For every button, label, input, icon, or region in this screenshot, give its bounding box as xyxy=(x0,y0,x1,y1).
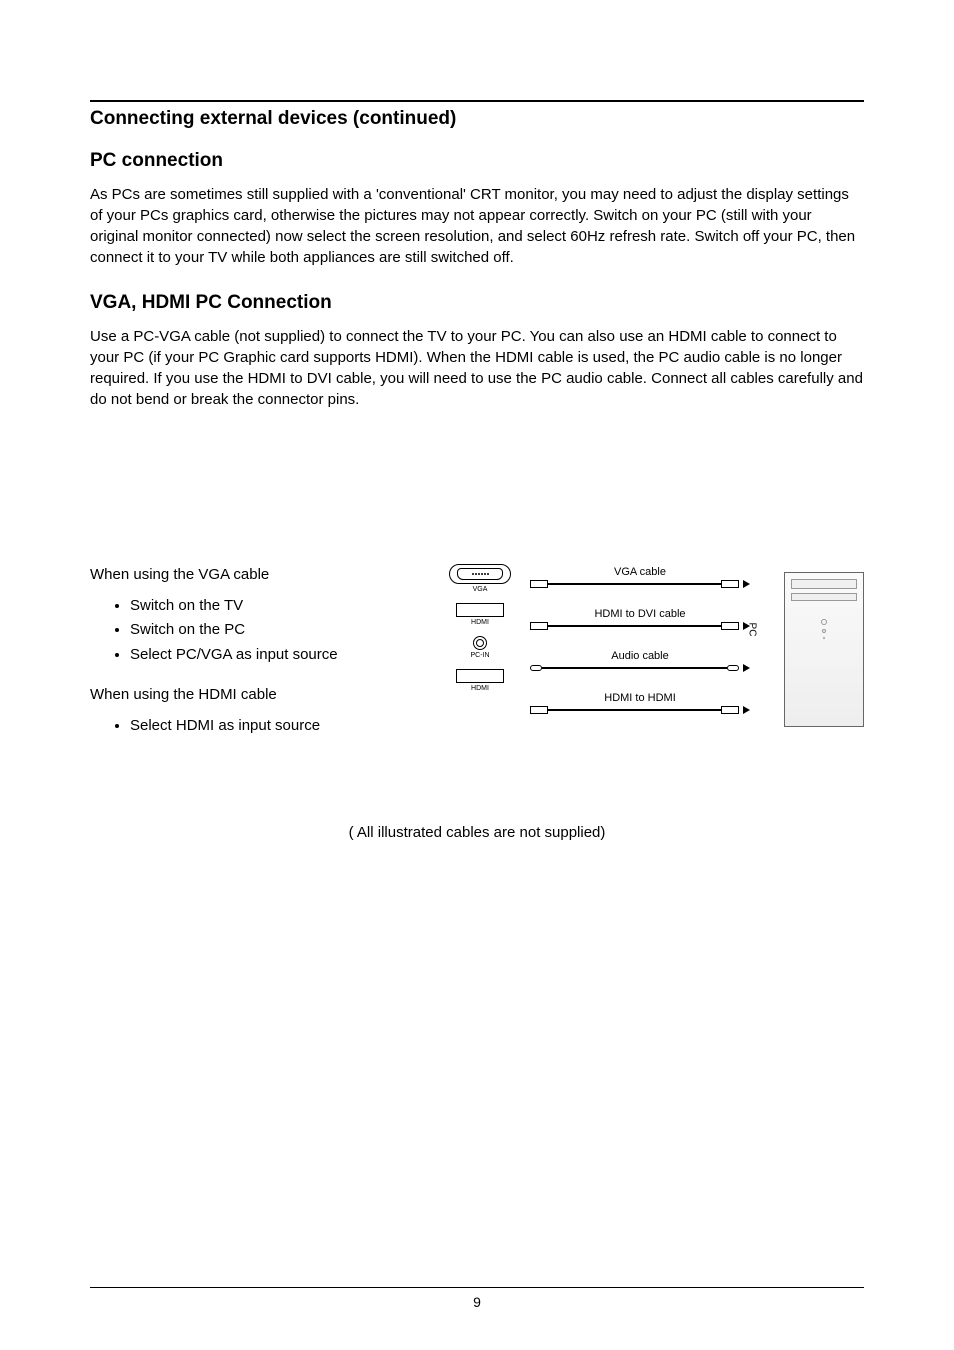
cables-footnote: ( All illustrated cables are not supplie… xyxy=(90,824,864,841)
arrow-right-icon xyxy=(743,664,750,672)
hdmi-port-icon-2 xyxy=(456,669,504,683)
audio-connector-icon xyxy=(727,665,739,671)
connection-diagram: VGA HDMI PC-IN HDMI VGA cable HDMI to DV… xyxy=(410,564,864,764)
page-number: 9 xyxy=(90,1287,864,1310)
dvi-connector-icon xyxy=(721,622,739,630)
vga-hdmi-body: Use a PC-VGA cable (not supplied) to con… xyxy=(90,326,864,410)
hdmi-connector-icon xyxy=(530,706,548,714)
hdmi-hdmi-cable-label: HDMI to HDMI xyxy=(604,692,676,704)
hdmi-lead-text: When using the HDMI cable xyxy=(90,684,390,707)
pc-connection-heading: PC connection xyxy=(90,150,864,172)
pcin-port-icon xyxy=(473,636,487,650)
vga-port-label: VGA xyxy=(430,586,530,593)
arrow-right-icon xyxy=(743,706,750,714)
hdmi-port-icon xyxy=(456,603,504,617)
hdmi-dvi-cable-label: HDMI to DVI cable xyxy=(594,608,685,620)
page-title: Connecting external devices (continued) xyxy=(90,108,864,130)
vga-connector-icon xyxy=(530,580,548,588)
tv-panel-icon: VGA HDMI PC-IN HDMI xyxy=(430,564,530,702)
vga-hdmi-heading: VGA, HDMI PC Connection xyxy=(90,292,864,314)
hdmi-port-label-2: HDMI xyxy=(430,685,530,692)
pc-connection-body: As PCs are sometimes still supplied with… xyxy=(90,184,864,268)
vga-lead-text: When using the VGA cable xyxy=(90,564,390,587)
pcin-port-label: PC-IN xyxy=(430,652,530,659)
vga-step-1: Switch on the TV xyxy=(130,595,390,618)
vga-cable-label: VGA cable xyxy=(614,566,666,578)
vga-connector-icon xyxy=(721,580,739,588)
hdmi-connector-icon xyxy=(530,622,548,630)
audio-connector-icon xyxy=(530,665,542,671)
pc-tower-icon xyxy=(784,572,864,727)
hdmi-port-label-1: HDMI xyxy=(430,619,530,626)
hdmi-connector-icon xyxy=(721,706,739,714)
arrow-right-icon xyxy=(743,580,750,588)
vga-step-2: Switch on the PC xyxy=(130,619,390,642)
vga-port-icon xyxy=(449,564,511,584)
pc-label: PC xyxy=(747,623,758,637)
vga-step-3: Select PC/VGA as input source xyxy=(130,644,390,667)
audio-cable-label: Audio cable xyxy=(611,650,669,662)
hdmi-step-1: Select HDMI as input source xyxy=(130,715,390,738)
